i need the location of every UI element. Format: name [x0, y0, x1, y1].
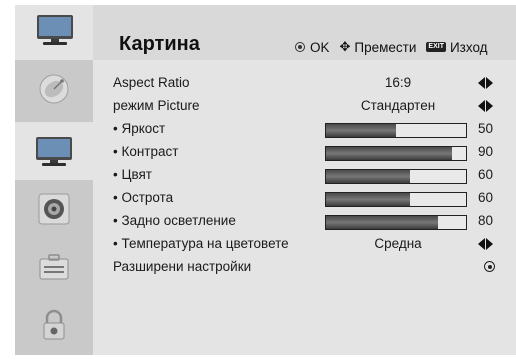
left-right-arrows-icon[interactable] — [478, 100, 494, 112]
sidebar-item-setup[interactable] — [15, 60, 93, 118]
tv-picture-icon — [36, 137, 72, 166]
setting-label: Aspect Ratio — [113, 75, 190, 90]
left-right-arrows-icon[interactable] — [478, 77, 494, 89]
speaker-icon — [38, 193, 70, 225]
setting-value: 16:9 — [384, 75, 412, 90]
setting-label: Разширени настройки — [113, 259, 252, 274]
setting-label: • Контраст — [113, 144, 179, 159]
toolbox-icon — [39, 254, 69, 280]
move-hint-label: Премести — [354, 39, 417, 55]
sidebar-item-sound[interactable] — [15, 180, 93, 238]
menu-row-advanced-settings[interactable]: Разширени настройки — [93, 256, 516, 278]
slider-bar[interactable] — [325, 192, 467, 207]
header-icon-box — [15, 5, 93, 60]
slider-value: 50 — [478, 121, 494, 136]
picture-menu-window: Картина OK ✥ Премести EXIT Изход Aspect … — [15, 5, 516, 355]
lock-icon — [43, 309, 65, 340]
setting-value: Средна — [374, 236, 422, 251]
slider-bar[interactable] — [325, 123, 467, 138]
picture-settings-list: Aspect Ratio 16:9 режим Picture Стандартен •… — [93, 60, 516, 355]
control-hints: OK ✥ Премести EXIT Изход — [295, 39, 488, 55]
setting-label: • Задно осветление — [113, 213, 236, 228]
setting-label: • Острота — [113, 190, 174, 205]
setting-label: режим Picture — [113, 98, 200, 113]
ok-button-icon — [295, 42, 305, 52]
move-arrows-icon: ✥ — [339, 39, 351, 54]
page-title: Картина — [119, 33, 200, 55]
menu-row-aspect-ratio[interactable]: Aspect Ratio 16:9 — [93, 72, 516, 94]
slider-fill — [326, 216, 438, 229]
menu-row-picture-mode[interactable]: режим Picture Стандартен — [93, 95, 516, 117]
enter-submenu-icon[interactable] — [484, 261, 495, 272]
left-right-arrows-icon[interactable] — [478, 238, 494, 250]
setting-label: • Температура на цветовете — [113, 236, 289, 251]
sidebar-item-options[interactable] — [15, 238, 93, 296]
setting-label: • Яркост — [113, 121, 166, 136]
menu-row-backlight[interactable]: • Задно осветление 80 — [93, 210, 516, 232]
slider-value: 60 — [478, 190, 494, 205]
slider-fill — [326, 193, 410, 206]
exit-button-icon: EXIT — [426, 42, 446, 52]
menu-row-color[interactable]: • Цвят 60 — [93, 164, 516, 186]
sidebar-item-lock[interactable] — [15, 296, 93, 354]
menu-row-sharpness[interactable]: • Острота 60 — [93, 187, 516, 209]
slider-value: 90 — [478, 144, 494, 159]
menu-row-contrast[interactable]: • Контраст 90 — [93, 141, 516, 163]
slider-fill — [326, 124, 396, 137]
sidebar-item-picture[interactable] — [15, 122, 93, 180]
slider-bar[interactable] — [325, 215, 467, 230]
menu-header: Картина OK ✥ Премести EXIT Изход — [15, 5, 516, 60]
menu-row-color-temperature[interactable]: • Температура на цветовете Средна — [93, 233, 516, 255]
satellite-dish-icon — [39, 74, 69, 104]
exit-hint-label: Изход — [449, 39, 488, 55]
slider-fill — [326, 147, 452, 160]
setting-value: Стандартен — [360, 98, 436, 113]
slider-bar[interactable] — [325, 169, 467, 184]
setting-label: • Цвят — [113, 167, 152, 182]
category-sidebar — [15, 60, 93, 355]
slider-value: 60 — [478, 167, 494, 182]
slider-fill — [326, 170, 410, 183]
ok-hint-label: OK — [310, 39, 330, 55]
slider-bar[interactable] — [325, 146, 467, 161]
tv-icon — [37, 15, 73, 45]
menu-row-brightness[interactable]: • Яркост 50 — [93, 118, 516, 140]
slider-value: 80 — [478, 213, 494, 228]
